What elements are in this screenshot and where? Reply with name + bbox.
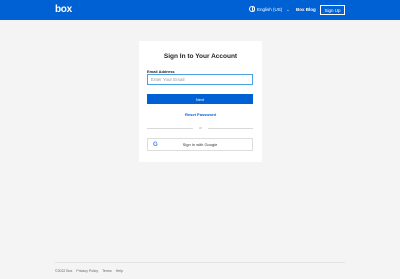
globe-icon: [249, 6, 255, 12]
sign-in-card: Sign In to Your Account Email Address Ne…: [139, 41, 262, 162]
google-button-label: Sign In with Google: [182, 142, 218, 147]
divider-right: [208, 128, 253, 129]
help-link[interactable]: Help: [116, 269, 123, 273]
next-button[interactable]: Next: [147, 94, 253, 104]
box-logo[interactable]: box: [55, 4, 72, 15]
box-blog-link[interactable]: Box Blog: [296, 7, 316, 12]
chevron-down-icon: ⌄: [286, 6, 290, 12]
google-icon: G: [153, 142, 158, 148]
privacy-policy-link[interactable]: Privacy Policy: [76, 269, 98, 273]
language-label: English (US): [257, 6, 283, 12]
footer-divider: [55, 262, 345, 263]
email-input[interactable]: [147, 74, 253, 85]
sign-in-title: Sign In to Your Account: [163, 53, 238, 60]
terms-link[interactable]: Terms: [102, 269, 112, 273]
copyright-text: ©2022 Box: [55, 269, 73, 273]
sign-in-with-google-button[interactable]: G Sign In with Google: [147, 138, 253, 151]
footer: ©2022 Box Privacy Policy Terms Help: [55, 269, 123, 273]
sign-up-button[interactable]: Sign Up: [320, 5, 345, 15]
reset-password-link[interactable]: Reset Password: [139, 112, 262, 117]
language-selector[interactable]: English (US) ⌄: [249, 6, 290, 12]
top-navigation-bar: box English (US) ⌄ Box Blog Sign Up: [0, 0, 400, 20]
